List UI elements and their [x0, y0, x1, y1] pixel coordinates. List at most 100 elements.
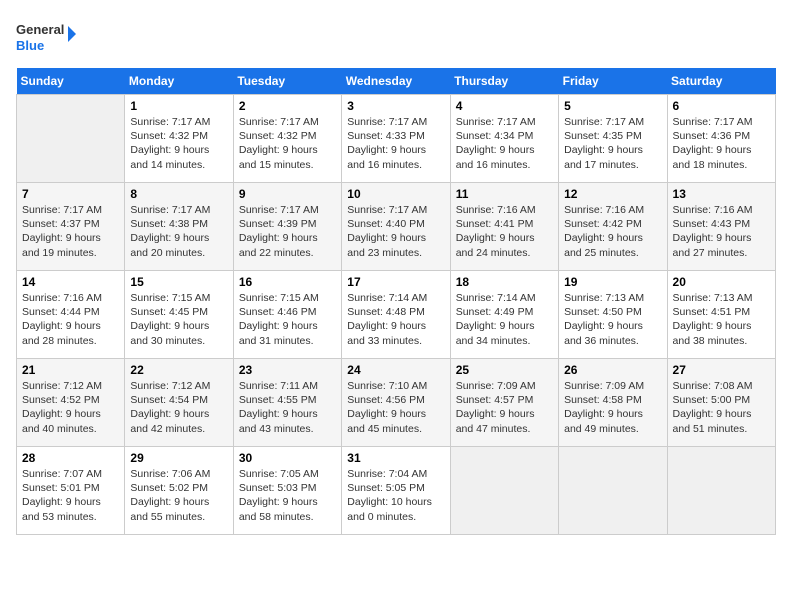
- day-number: 18: [456, 275, 553, 289]
- day-number: 30: [239, 451, 336, 465]
- day-info: Sunrise: 7:15 AMSunset: 4:46 PMDaylight:…: [239, 291, 336, 348]
- calendar-table: SundayMondayTuesdayWednesdayThursdayFrid…: [16, 68, 776, 535]
- day-info: Sunrise: 7:17 AMSunset: 4:32 PMDaylight:…: [239, 115, 336, 172]
- day-info: Sunrise: 7:06 AMSunset: 5:02 PMDaylight:…: [130, 467, 227, 524]
- calendar-cell: 25 Sunrise: 7:09 AMSunset: 4:57 PMDayligh…: [450, 359, 558, 447]
- day-number: 14: [22, 275, 119, 289]
- calendar-cell: 26Sunrise: 7:09 AMSunset: 4:58 PMDayligh…: [559, 359, 667, 447]
- week-row-2: 7 Sunrise: 7:17 AMSunset: 4:37 PMDaylight…: [17, 183, 776, 271]
- day-header-saturday: Saturday: [667, 68, 775, 95]
- day-number: 28: [22, 451, 119, 465]
- week-row-5: 28 Sunrise: 7:07 AMSunset: 5:01 PMDayligh…: [17, 447, 776, 535]
- calendar-cell: [667, 447, 775, 535]
- calendar-cell: 20Sunrise: 7:13 AMSunset: 4:51 PMDayligh…: [667, 271, 775, 359]
- day-header-sunday: Sunday: [17, 68, 125, 95]
- calendar-cell: 12 Sunrise: 7:16 AMSunset: 4:42 PMDayligh…: [559, 183, 667, 271]
- day-info: Sunrise: 7:12 AMSunset: 4:54 PMDaylight:…: [130, 379, 227, 436]
- calendar-cell: 2 Sunrise: 7:17 AMSunset: 4:32 PMDaylight…: [233, 95, 341, 183]
- calendar-cell: 17Sunrise: 7:14 AMSunset: 4:48 PMDayligh…: [342, 271, 450, 359]
- calendar-cell: 30 Sunrise: 7:05 AMSunset: 5:03 PMDayligh…: [233, 447, 341, 535]
- day-info: Sunrise: 7:17 AMSunset: 4:37 PMDaylight:…: [22, 203, 119, 260]
- day-number: 23: [239, 363, 336, 377]
- day-number: 11: [456, 187, 553, 201]
- calendar-cell: 21Sunrise: 7:12 AMSunset: 4:52 PMDayligh…: [17, 359, 125, 447]
- calendar-cell: 8Sunrise: 7:17 AMSunset: 4:38 PMDaylight…: [125, 183, 233, 271]
- day-info: Sunrise: 7:07 AMSunset: 5:01 PMDaylight:…: [22, 467, 119, 524]
- calendar-cell: 4 Sunrise: 7:17 AMSunset: 4:34 PMDaylight…: [450, 95, 558, 183]
- day-header-monday: Monday: [125, 68, 233, 95]
- day-number: 6: [673, 99, 770, 113]
- day-info: Sunrise: 7:16 AMSunset: 4:44 PMDaylight:…: [22, 291, 119, 348]
- logo-svg: General Blue: [16, 16, 76, 60]
- calendar-cell: 6 Sunrise: 7:17 AMSunset: 4:36 PMDaylight…: [667, 95, 775, 183]
- day-info: Sunrise: 7:04 AMSunset: 5:05 PMDaylight:…: [347, 467, 444, 524]
- day-info: Sunrise: 7:16 AMSunset: 4:43 PMDaylight:…: [673, 203, 770, 260]
- day-number: 1: [130, 99, 227, 113]
- calendar-cell: [450, 447, 558, 535]
- day-header-wednesday: Wednesday: [342, 68, 450, 95]
- day-number: 31: [347, 451, 444, 465]
- day-info: Sunrise: 7:17 AMSunset: 4:34 PMDaylight:…: [456, 115, 553, 172]
- calendar-cell: 19 Sunrise: 7:13 AMSunset: 4:50 PMDayligh…: [559, 271, 667, 359]
- day-info: Sunrise: 7:08 AMSunset: 5:00 PMDaylight:…: [673, 379, 770, 436]
- day-info: Sunrise: 7:16 AMSunset: 4:42 PMDaylight:…: [564, 203, 661, 260]
- calendar-cell: 22 Sunrise: 7:12 AMSunset: 4:54 PMDayligh…: [125, 359, 233, 447]
- calendar-cell: 29 Sunrise: 7:06 AMSunset: 5:02 PMDayligh…: [125, 447, 233, 535]
- week-row-4: 21Sunrise: 7:12 AMSunset: 4:52 PMDayligh…: [17, 359, 776, 447]
- day-info: Sunrise: 7:17 AMSunset: 4:35 PMDaylight:…: [564, 115, 661, 172]
- day-number: 24: [347, 363, 444, 377]
- svg-text:General: General: [16, 22, 64, 37]
- day-info: Sunrise: 7:05 AMSunset: 5:03 PMDaylight:…: [239, 467, 336, 524]
- day-info: Sunrise: 7:17 AMSunset: 4:39 PMDaylight:…: [239, 203, 336, 260]
- day-info: Sunrise: 7:11 AMSunset: 4:55 PMDaylight:…: [239, 379, 336, 436]
- calendar-body: 1 Sunrise: 7:17 AMSunset: 4:32 PMDaylight…: [17, 95, 776, 535]
- day-number: 20: [673, 275, 770, 289]
- week-row-1: 1 Sunrise: 7:17 AMSunset: 4:32 PMDaylight…: [17, 95, 776, 183]
- day-number: 10: [347, 187, 444, 201]
- day-number: 13: [673, 187, 770, 201]
- day-number: 25: [456, 363, 553, 377]
- day-header-friday: Friday: [559, 68, 667, 95]
- day-number: 4: [456, 99, 553, 113]
- day-info: Sunrise: 7:09 AMSunset: 4:57 PMDaylight:…: [456, 379, 553, 436]
- day-number: 12: [564, 187, 661, 201]
- day-number: 29: [130, 451, 227, 465]
- day-info: Sunrise: 7:17 AMSunset: 4:32 PMDaylight:…: [130, 115, 227, 172]
- day-info: Sunrise: 7:13 AMSunset: 4:50 PMDaylight:…: [564, 291, 661, 348]
- calendar-cell: 7 Sunrise: 7:17 AMSunset: 4:37 PMDaylight…: [17, 183, 125, 271]
- day-number: 2: [239, 99, 336, 113]
- day-number: 7: [22, 187, 119, 201]
- day-header-tuesday: Tuesday: [233, 68, 341, 95]
- week-row-3: 14 Sunrise: 7:16 AMSunset: 4:44 PMDayligh…: [17, 271, 776, 359]
- day-number: 22: [130, 363, 227, 377]
- day-number: 17: [347, 275, 444, 289]
- day-number: 19: [564, 275, 661, 289]
- calendar-cell: 5Sunrise: 7:17 AMSunset: 4:35 PMDaylight…: [559, 95, 667, 183]
- calendar-cell: 3 Sunrise: 7:17 AMSunset: 4:33 PMDaylight…: [342, 95, 450, 183]
- calendar-cell: 11Sunrise: 7:16 AMSunset: 4:41 PMDayligh…: [450, 183, 558, 271]
- day-number: 26: [564, 363, 661, 377]
- day-header-thursday: Thursday: [450, 68, 558, 95]
- day-number: 3: [347, 99, 444, 113]
- logo: General Blue: [16, 16, 76, 60]
- day-number: 16: [239, 275, 336, 289]
- day-info: Sunrise: 7:17 AMSunset: 4:33 PMDaylight:…: [347, 115, 444, 172]
- day-number: 9: [239, 187, 336, 201]
- day-info: Sunrise: 7:10 AMSunset: 4:56 PMDaylight:…: [347, 379, 444, 436]
- day-number: 15: [130, 275, 227, 289]
- days-header-row: SundayMondayTuesdayWednesdayThursdayFrid…: [17, 68, 776, 95]
- calendar-cell: 16 Sunrise: 7:15 AMSunset: 4:46 PMDayligh…: [233, 271, 341, 359]
- calendar-cell: 15Sunrise: 7:15 AMSunset: 4:45 PMDayligh…: [125, 271, 233, 359]
- calendar-cell: 27Sunrise: 7:08 AMSunset: 5:00 PMDayligh…: [667, 359, 775, 447]
- day-number: 8: [130, 187, 227, 201]
- day-number: 21: [22, 363, 119, 377]
- calendar-cell: 31 Sunrise: 7:04 AMSunset: 5:05 PMDayligh…: [342, 447, 450, 535]
- day-info: Sunrise: 7:17 AMSunset: 4:36 PMDaylight:…: [673, 115, 770, 172]
- calendar-cell: 18Sunrise: 7:14 AMSunset: 4:49 PMDayligh…: [450, 271, 558, 359]
- page-header: General Blue: [16, 16, 776, 60]
- calendar-cell: 28 Sunrise: 7:07 AMSunset: 5:01 PMDayligh…: [17, 447, 125, 535]
- calendar-cell: 9 Sunrise: 7:17 AMSunset: 4:39 PMDaylight…: [233, 183, 341, 271]
- calendar-cell: 23 Sunrise: 7:11 AMSunset: 4:55 PMDayligh…: [233, 359, 341, 447]
- calendar-cell: 1 Sunrise: 7:17 AMSunset: 4:32 PMDaylight…: [125, 95, 233, 183]
- calendar-cell: 10Sunrise: 7:17 AMSunset: 4:40 PMDayligh…: [342, 183, 450, 271]
